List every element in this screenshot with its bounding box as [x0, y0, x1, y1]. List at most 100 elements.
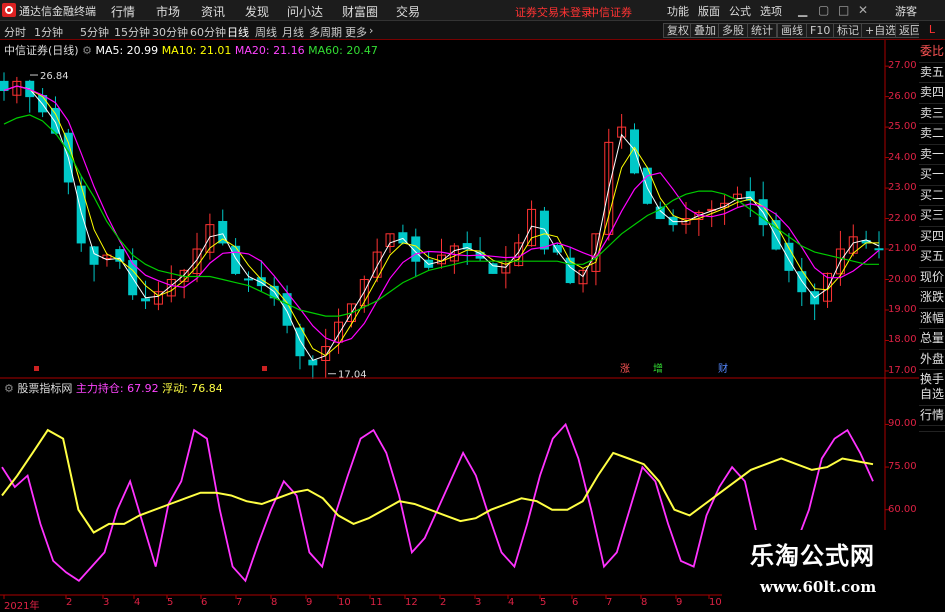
broker-login-status[interactable]: 证券交易未登录 — [515, 4, 592, 20]
period-more[interactable]: 更多 — [345, 24, 367, 40]
settings-gear-icon[interactable]: ⚙ — [82, 44, 92, 57]
period-intraday[interactable]: 分时 — [4, 24, 26, 40]
period-multi[interactable]: 多周期 — [309, 24, 342, 40]
side-panel-item[interactable]: 买三 — [919, 206, 945, 227]
app-title: 通达信金融终端 — [19, 5, 96, 18]
candle-body — [565, 257, 575, 284]
menu-trade[interactable]: 交易 — [396, 3, 420, 20]
stock-name: 中信证券(日线) — [4, 44, 79, 57]
side-panel-item[interactable]: 卖五 — [919, 63, 945, 83]
side-panel-item[interactable]: 外盘 — [919, 350, 945, 370]
period-weekly[interactable]: 周线 — [255, 24, 277, 40]
tool-draw[interactable]: 画线 — [777, 23, 807, 38]
guest-user[interactable]: 游客 — [895, 3, 917, 19]
tool-f10[interactable]: F10 — [806, 23, 835, 38]
sub-tick-label: 60.00 — [888, 503, 917, 515]
side-panel-item[interactable]: 行情 — [919, 406, 945, 426]
side-panel-item[interactable]: 总量 — [919, 329, 945, 350]
tool-mark[interactable]: 标记 — [833, 23, 863, 38]
date-tick-label: 5 — [167, 597, 174, 608]
side-panel-item[interactable]: 卖二 — [919, 124, 945, 145]
period-15min[interactable]: 15分钟 — [114, 24, 150, 40]
low-label: 17.04 — [338, 370, 367, 381]
menu-news[interactable]: 资讯 — [201, 3, 225, 20]
period-5min[interactable]: 5分钟 — [80, 24, 109, 40]
kline-chart[interactable]: 26.84 17.04 涨 增 财 — [0, 40, 919, 609]
ma5-line — [3, 85, 880, 361]
event-marker: 财 — [718, 362, 728, 375]
legend-ma20: MA20: 21.16 — [234, 44, 305, 57]
side-panel-item[interactable]: 涨跌 — [919, 288, 945, 309]
side-panel-toggle[interactable]: L — [919, 21, 945, 39]
side-panel-item[interactable]: 买四 — [919, 227, 945, 247]
period-30min[interactable]: 30分钟 — [152, 24, 188, 40]
candle-body — [141, 298, 151, 302]
float-line — [1, 428, 874, 534]
ma10-line — [3, 85, 879, 357]
tool-multi-stock[interactable]: 多股 — [718, 23, 748, 38]
tool-statistics[interactable]: 统计 — [747, 23, 777, 38]
menu-layout[interactable]: 版面 — [698, 3, 720, 19]
date-tick-label: 10 — [338, 597, 351, 608]
date-tick-label: 9 — [676, 597, 683, 608]
side-panel-item[interactable]: 买一 — [919, 165, 945, 186]
menu-discover[interactable]: 发现 — [245, 3, 269, 20]
high-label: 26.84 — [40, 71, 69, 82]
date-tick-label: 3 — [475, 597, 482, 608]
date-tick-label: 10 — [709, 597, 722, 608]
period-1min[interactable]: 1分钟 — [34, 24, 63, 40]
side-panel-item[interactable]: 涨幅 — [919, 309, 945, 329]
main-legend: 中信证券(日线) ⚙ MA5: 20.99 MA10: 21.01 MA20: … — [4, 42, 378, 57]
event-flag — [34, 366, 39, 371]
period-daily[interactable]: 日线 — [227, 24, 249, 40]
period-60min[interactable]: 60分钟 — [190, 24, 226, 40]
maximize-icon[interactable]: □ — [838, 3, 849, 17]
date-tick-label: 8 — [271, 597, 278, 608]
date-tick-label: 9 — [306, 597, 313, 608]
event-marker: 增 — [653, 362, 663, 375]
period-monthly[interactable]: 月线 — [282, 24, 304, 40]
sub-legend: ⚙ 股票指标网 主力持仓: 67.92 浮动: 76.84 — [4, 380, 223, 395]
date-tick-label: 4 — [134, 597, 141, 608]
sub-settings-icon[interactable]: ⚙ — [4, 382, 14, 395]
watermark-url: www.60lt.com — [760, 578, 877, 596]
menu-formula[interactable]: 公式 — [729, 3, 751, 19]
period-toolbar: 分时 1分钟 5分钟 15分钟 30分钟 60分钟 日线 周线 月线 多周期 更… — [0, 21, 945, 40]
date-tick-label: 12 — [405, 597, 418, 608]
price-tick-label: 25.00 — [888, 121, 917, 133]
menu-function[interactable]: 功能 — [667, 3, 689, 19]
legend-ma60: MA60: 20.47 — [308, 44, 378, 57]
date-tick-label: 11 — [370, 597, 383, 608]
side-panel-item[interactable]: 买二 — [919, 186, 945, 206]
restore-icon[interactable]: ▢ — [818, 3, 829, 17]
app-logo-icon — [2, 3, 16, 17]
price-tick-label: 23.00 — [888, 182, 917, 194]
side-panel-item[interactable]: 现价 — [919, 268, 945, 288]
date-tick-label: 8 — [641, 597, 648, 608]
close-icon[interactable]: ✕ — [858, 3, 868, 17]
menu-bar: 通达信金融终端 行情 市场 资讯 发现 问小达 财富圈 交易 证券交易未登录 中… — [0, 0, 945, 21]
price-tick-label: 21.00 — [888, 243, 917, 255]
menu-quotes[interactable]: 行情 — [111, 3, 135, 20]
broker-name[interactable]: 中信证券 — [588, 4, 632, 20]
tool-restore-rights[interactable]: 复权 — [663, 23, 693, 38]
minimize-icon[interactable]: ▁ — [798, 3, 807, 17]
price-tick-label: 27.00 — [888, 60, 917, 72]
side-panel-item[interactable]: 卖三 — [919, 104, 945, 124]
side-panel-item[interactable]: 买五 — [919, 247, 945, 268]
more-chevron-icon[interactable]: › — [369, 24, 373, 37]
menu-options[interactable]: 选项 — [760, 3, 782, 19]
side-panel-item[interactable]: 卖一 — [919, 145, 945, 165]
menu-market[interactable]: 市场 — [156, 3, 180, 20]
candle-body — [295, 327, 305, 357]
side-panel-item[interactable]: 委比 — [919, 42, 945, 63]
tool-overlay[interactable]: 叠加 — [690, 23, 720, 38]
side-panel-item[interactable]: 自选 — [919, 385, 945, 406]
candle-body — [89, 246, 99, 265]
menu-ask[interactable]: 问小达 — [287, 3, 323, 20]
side-panel-item[interactable]: 卖四 — [919, 83, 945, 104]
price-plot: 26.84 17.04 涨 增 财 — [0, 71, 884, 381]
menu-wealth[interactable]: 财富圈 — [342, 3, 378, 20]
date-tick-label: 6 — [201, 597, 208, 608]
price-tick-label: 19.00 — [888, 303, 917, 315]
